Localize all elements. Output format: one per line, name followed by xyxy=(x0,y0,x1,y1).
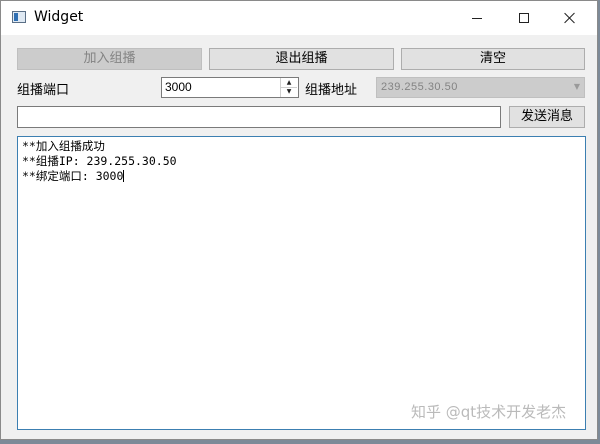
leave-group-button[interactable]: 退出组播 xyxy=(209,48,394,70)
join-group-button[interactable]: 加入组播 xyxy=(17,48,202,70)
text-caret xyxy=(123,170,125,182)
app-icon xyxy=(12,11,26,23)
close-icon xyxy=(564,12,576,24)
port-label: 组播端口 xyxy=(17,83,70,98)
port-value: 3000 xyxy=(165,80,192,94)
maximize-button[interactable] xyxy=(501,1,547,35)
log-line: **组播IP: 239.255.30.50 xyxy=(22,154,177,168)
clear-button[interactable]: 清空 xyxy=(401,48,585,70)
send-message-button[interactable]: 发送消息 xyxy=(509,106,585,128)
log-line: **加入组播成功 xyxy=(22,139,105,153)
minimize-button[interactable] xyxy=(454,1,500,35)
app-window: Widget 加入组播 退出组播 清空 组播端口 3000 ▲ ▼ 组播地址 2… xyxy=(0,0,598,440)
minimize-icon xyxy=(472,17,482,19)
spin-buttons: ▲ ▼ xyxy=(280,78,298,97)
address-label: 组播地址 xyxy=(305,83,358,98)
log-textarea[interactable]: **加入组播成功 **组播IP: 239.255.30.50 **绑定端口: 3… xyxy=(17,136,586,430)
message-input[interactable] xyxy=(17,106,501,128)
window-title: Widget xyxy=(34,9,84,25)
spin-down-icon[interactable]: ▼ xyxy=(281,87,297,96)
port-spinbox[interactable]: 3000 ▲ ▼ xyxy=(161,77,299,98)
title-bar[interactable]: Widget xyxy=(1,1,597,35)
log-line-last: **绑定端口: 3000 xyxy=(22,169,581,184)
maximize-icon xyxy=(519,13,529,23)
watermark: 知乎 @qt技术开发老杰 xyxy=(411,403,567,421)
log-line-text: **绑定端口: 3000 xyxy=(22,169,124,183)
close-button[interactable] xyxy=(547,1,593,35)
address-combobox[interactable]: 239.255.30.50 ▼ xyxy=(376,77,585,98)
address-value: 239.255.30.50 xyxy=(381,81,458,93)
chevron-down-icon: ▼ xyxy=(573,82,580,91)
